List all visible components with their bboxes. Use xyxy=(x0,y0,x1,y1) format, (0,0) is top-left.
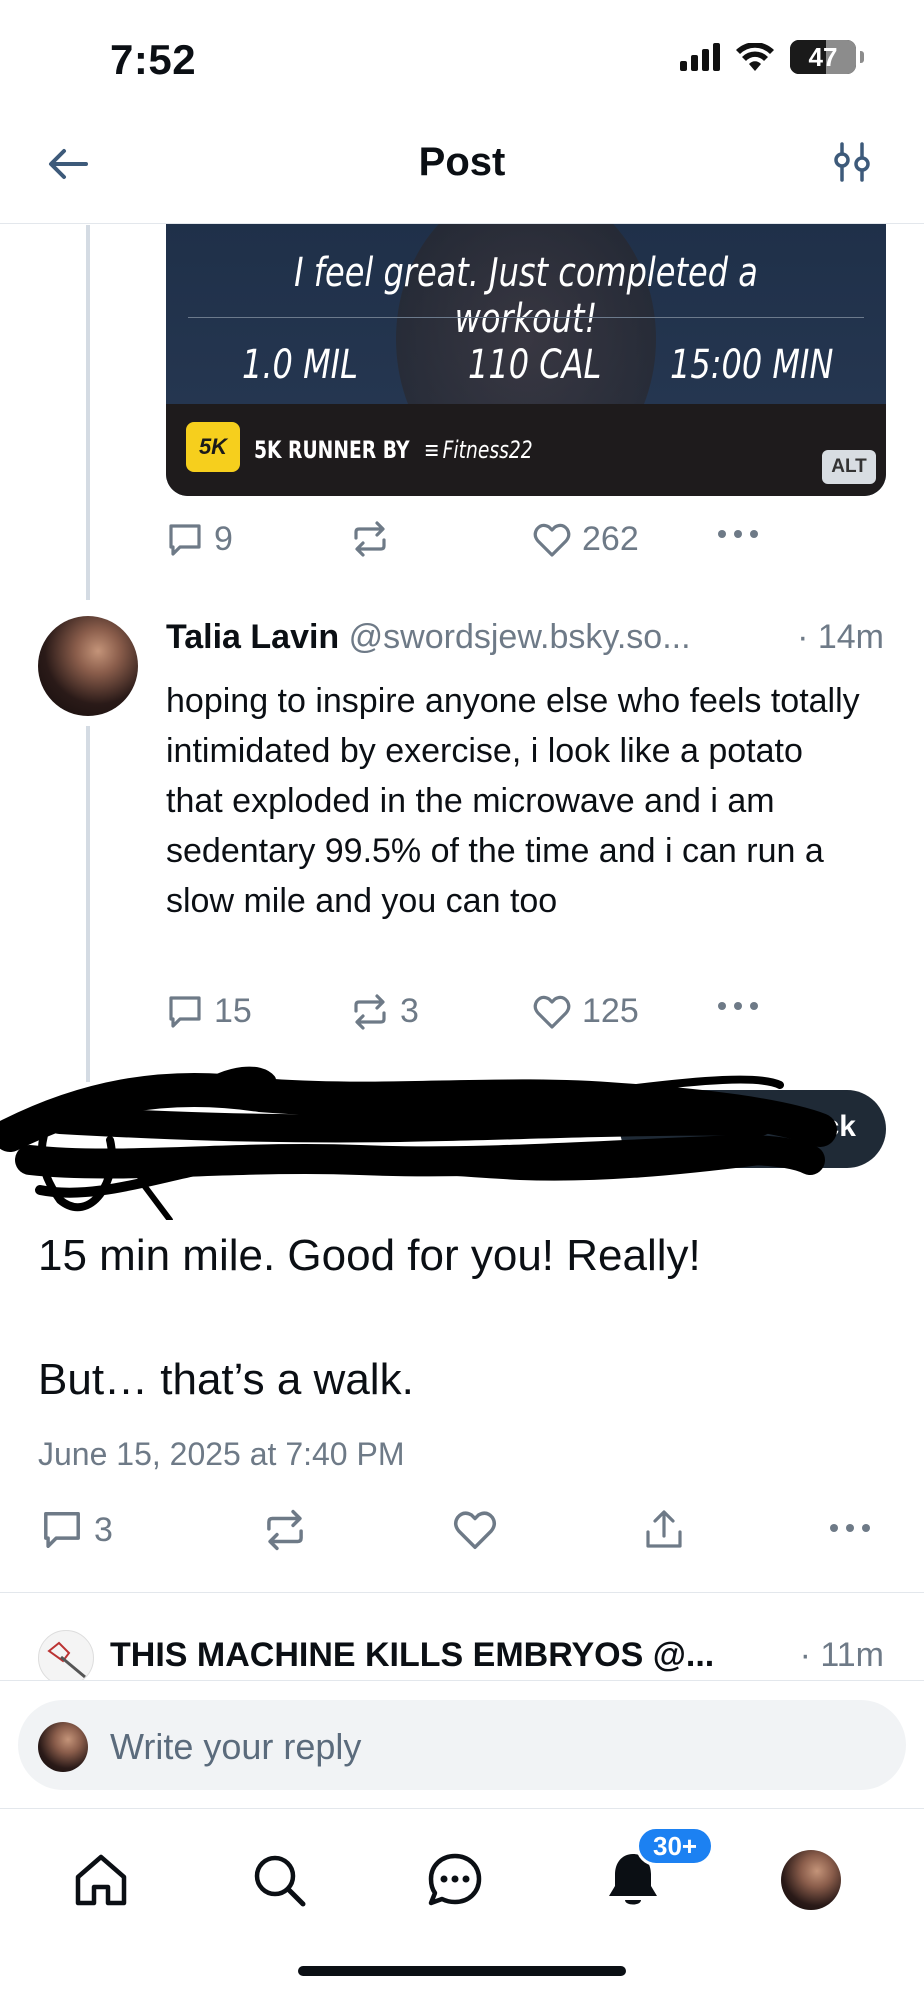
home-icon xyxy=(75,1854,127,1906)
workout-message: I feel great. Just completed a workout! xyxy=(294,250,758,342)
parent-post-actions: 9 262 xyxy=(0,520,924,566)
post-author[interactable]: Talia Lavin @swordsjew.bsky.so... xyxy=(166,618,691,657)
like-button[interactable]: 262 xyxy=(532,520,639,559)
repost-icon xyxy=(354,993,386,1030)
stat-calories: 110 CAL xyxy=(468,342,602,388)
repost-button[interactable] xyxy=(350,520,400,558)
heart-icon xyxy=(533,523,571,557)
nav-profile[interactable] xyxy=(776,1845,846,1915)
share-button[interactable] xyxy=(642,1508,686,1552)
redaction-scribble xyxy=(0,1066,837,1220)
alt-text-badge[interactable]: ALT xyxy=(822,450,876,484)
reply-button[interactable]: 15 xyxy=(166,992,252,1031)
main-post-text: 15 min mile. Good for you! Really! But… … xyxy=(38,1226,898,1410)
app-brand: Fitness22 xyxy=(442,436,533,464)
sliders-icon xyxy=(834,142,870,182)
stat-distance: 1.0 MIL xyxy=(242,342,358,388)
battery-level: 47 xyxy=(808,41,838,72)
page-title: Post xyxy=(418,140,506,184)
nav-search[interactable] xyxy=(244,1845,314,1915)
repost-icon xyxy=(354,521,386,557)
avatar-illustration xyxy=(47,1641,86,1679)
nav-home[interactable] xyxy=(66,1845,136,1915)
heart-icon xyxy=(533,995,571,1029)
repost-button[interactable]: 3 xyxy=(350,992,419,1031)
home-indicator[interactable] xyxy=(298,1966,626,1976)
chat-icon xyxy=(428,1853,482,1906)
more-icon xyxy=(718,530,758,538)
wifi-icon xyxy=(736,43,774,71)
like-count: 262 xyxy=(582,520,639,558)
status-icons: 47 xyxy=(680,40,864,74)
thread-settings-button[interactable] xyxy=(830,140,880,190)
profile-avatar xyxy=(781,1850,841,1910)
more-icon xyxy=(830,1524,870,1532)
repost-button[interactable] xyxy=(262,1508,308,1552)
status-time: 7:52 xyxy=(110,36,197,83)
like-button[interactable]: 125 xyxy=(532,992,639,1031)
main-post-line-1: 15 min mile. Good for you! Really! xyxy=(38,1231,701,1280)
reply-count: 15 xyxy=(214,992,252,1030)
reply-count: 3 xyxy=(94,1510,113,1549)
author-name: Talia Lavin xyxy=(166,618,340,656)
post-image[interactable]: I feel great. Just completed a workout! … xyxy=(166,224,886,496)
avatar[interactable] xyxy=(38,616,138,716)
app-logo: 5K xyxy=(186,422,240,472)
repost-count: 3 xyxy=(400,992,419,1030)
heart-icon xyxy=(454,1511,496,1549)
avatar[interactable] xyxy=(38,1630,94,1686)
search-icon xyxy=(254,1855,306,1907)
app-branding: 5K RUNNER BY ≡ Fitness22 xyxy=(254,436,533,464)
more-icon xyxy=(718,1002,758,1010)
repost-icon xyxy=(267,1509,303,1551)
post-text: hoping to inspire anyone else who feels … xyxy=(166,682,860,920)
divider xyxy=(0,1680,924,1681)
comment-icon xyxy=(169,995,201,1028)
post-timestamp: June 15, 2025 at 7:40 PM xyxy=(38,1436,405,1472)
next-post-author[interactable]: THIS MACHINE KILLS EMBRYOS @... xyxy=(110,1636,714,1675)
comment-icon xyxy=(169,523,201,556)
more-options-button[interactable] xyxy=(716,1000,760,1012)
divider xyxy=(0,1592,924,1593)
nav-chat[interactable] xyxy=(420,1845,490,1915)
main-post-line-2: But… that’s a walk. xyxy=(38,1355,414,1404)
notification-badge: 30+ xyxy=(636,1826,715,1866)
reply-placeholder: Write your reply xyxy=(110,1726,362,1767)
reply-button[interactable]: 9 xyxy=(166,520,233,559)
more-options-button[interactable] xyxy=(716,528,760,540)
reply-count: 9 xyxy=(214,520,233,558)
post-time: · 14m xyxy=(797,618,884,656)
battery-icon: 47 xyxy=(790,40,856,74)
like-button[interactable] xyxy=(452,1508,498,1552)
stat-duration: 15:00 MIN xyxy=(670,342,834,388)
top-header: Post xyxy=(0,110,924,224)
reply-button[interactable]: 3 xyxy=(40,1508,113,1552)
share-icon xyxy=(646,1510,682,1548)
avatar xyxy=(38,1722,88,1772)
comment-icon xyxy=(44,1512,80,1548)
like-count: 125 xyxy=(582,992,639,1030)
reply-post-actions: 15 3 125 xyxy=(0,992,924,1038)
app-label: 5K RUNNER BY xyxy=(254,436,410,464)
signal-icon xyxy=(680,43,720,71)
author-handle: @swordsjew.bsky.so... xyxy=(348,618,691,656)
next-post-time: · 11m xyxy=(799,1636,884,1674)
more-options-button[interactable] xyxy=(828,1522,872,1534)
main-post-actions: 3 xyxy=(0,1508,924,1554)
